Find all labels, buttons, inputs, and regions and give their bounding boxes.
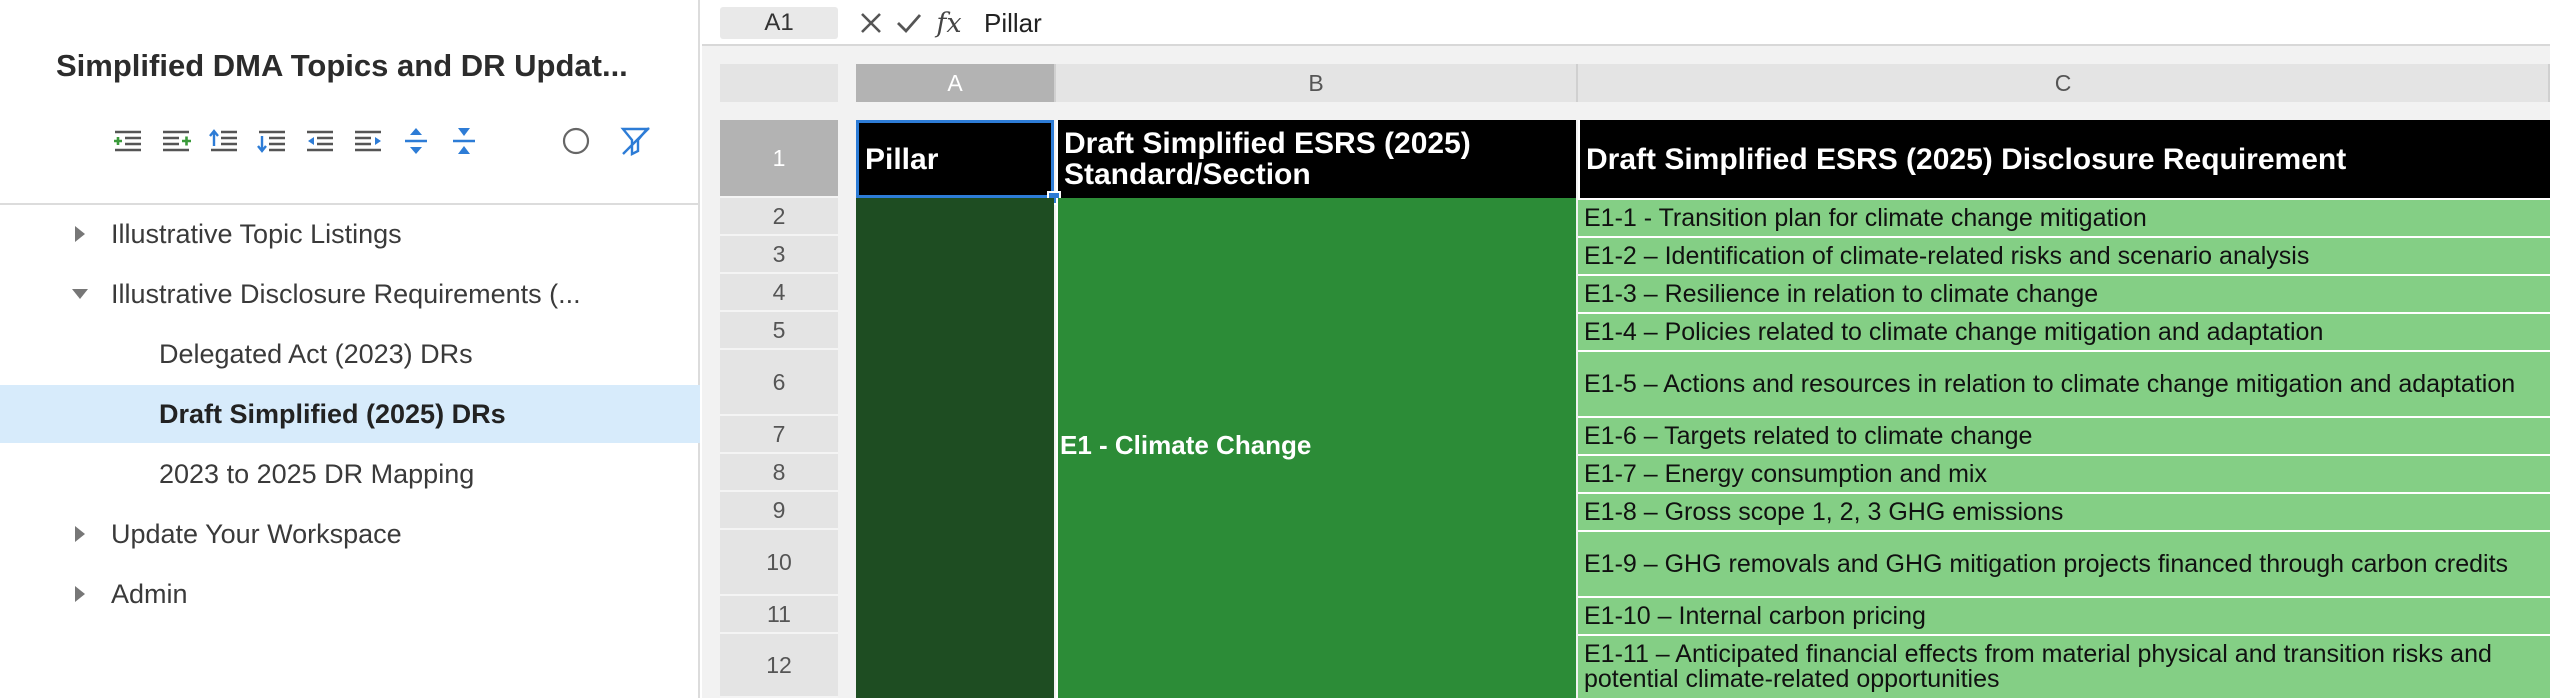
tree-item-label: Delegated Act (2023) DRs — [159, 338, 473, 369]
cancel-icon[interactable] — [856, 8, 886, 38]
tree-item-label: Illustrative Disclosure Requirements (..… — [111, 278, 581, 309]
row-header-4[interactable]: 4 — [720, 274, 838, 312]
confirm-check-icon[interactable] — [894, 8, 924, 38]
workspace-title: Simplified DMA Topics and DR Updat... — [56, 48, 628, 83]
cell-c5[interactable]: E1-4 – Policies related to climate chang… — [1578, 312, 2550, 350]
cell-c11[interactable]: E1-10 – Internal carbon pricing — [1578, 596, 2550, 634]
row-header-6[interactable]: 6 — [720, 350, 838, 416]
outdent-add-icon[interactable] — [156, 118, 196, 164]
cell-b1-standard-header[interactable]: Draft Simplified ESRS (2025) Standard/Se… — [1056, 120, 1576, 198]
cell-c3[interactable]: E1-2 – Identification of climate-related… — [1578, 236, 2550, 274]
expand-all-icon[interactable] — [396, 118, 436, 164]
navigation-panel: Simplified DMA Topics and DR Updat... Il… — [0, 0, 700, 698]
cell-c1-requirement-header[interactable]: Draft Simplified ESRS (2025) Disclosure … — [1578, 120, 2550, 198]
row-header-12[interactable]: 12 — [720, 634, 838, 698]
cell-c9[interactable]: E1-8 – Gross scope 1, 2, 3 GHG emissions — [1578, 492, 2550, 530]
row-header-7[interactable]: 7 — [720, 416, 838, 454]
formula-bar: A1 fx Pillar — [702, 0, 2550, 46]
move-down-icon[interactable] — [252, 118, 292, 164]
tree-item-illustrative-topic-listings[interactable]: Illustrative Topic Listings — [0, 205, 700, 263]
tree-item-update-your-workspace[interactable]: Update Your Workspace — [0, 505, 700, 563]
cell-a1-pillar-header[interactable]: Pillar — [856, 120, 1054, 198]
row-header-9[interactable]: 9 — [720, 492, 838, 530]
formula-input[interactable]: Pillar — [984, 8, 1042, 39]
row-header-1[interactable]: 1 — [720, 120, 838, 198]
outdent-icon[interactable] — [300, 118, 340, 164]
move-up-icon[interactable] — [204, 118, 244, 164]
tree-item-label: Illustrative Topic Listings — [111, 218, 402, 249]
cell-a-pillar-merged[interactable] — [856, 198, 1054, 698]
column-header-a[interactable]: A — [856, 64, 1056, 102]
cell-c4[interactable]: E1-3 – Resilience in relation to climate… — [1578, 274, 2550, 312]
name-box[interactable]: A1 — [720, 7, 838, 39]
caret-right-icon[interactable] — [68, 522, 92, 546]
caret-right-icon[interactable] — [68, 582, 92, 606]
filter-clear-icon[interactable] — [616, 118, 656, 164]
indent-add-icon[interactable] — [108, 118, 148, 164]
tree-item-label: Draft Simplified (2025) DRs — [159, 398, 506, 429]
row-header-2[interactable]: 2 — [720, 198, 838, 236]
tree-item-illustrative-disclosure-requirements[interactable]: Illustrative Disclosure Requirements (..… — [0, 265, 700, 323]
select-all-corner[interactable] — [720, 64, 838, 102]
spreadsheet: A1 fx Pillar A B C 1 2 3 4 5 6 7 8 9 10 … — [702, 0, 2550, 698]
tree-item-dr-mapping[interactable]: 2023 to 2025 DR Mapping — [0, 445, 700, 503]
tree-item-label: Admin — [111, 578, 188, 609]
tree-item-admin[interactable]: Admin — [0, 565, 700, 623]
cell-c12[interactable]: E1-11 – Anticipated financial effects fr… — [1578, 634, 2550, 698]
row-header-8[interactable]: 8 — [720, 454, 838, 492]
indent-icon[interactable] — [348, 118, 388, 164]
row-header-5[interactable]: 5 — [720, 312, 838, 350]
cell-c2[interactable]: E1-1 - Transition plan for climate chang… — [1578, 198, 2550, 236]
tree-item-label: Update Your Workspace — [111, 518, 402, 549]
row-header-10[interactable]: 10 — [720, 530, 838, 596]
tree-item-draft-simplified-drs[interactable]: Draft Simplified (2025) DRs — [0, 385, 700, 443]
tree-item-label: 2023 to 2025 DR Mapping — [159, 458, 475, 489]
cell-c10[interactable]: E1-9 – GHG removals and GHG mitigation p… — [1578, 530, 2550, 596]
row-header-3[interactable]: 3 — [720, 236, 838, 274]
column-header-b[interactable]: B — [1056, 64, 1578, 102]
cell-c8[interactable]: E1-7 – Energy consumption and mix — [1578, 454, 2550, 492]
circle-icon[interactable] — [556, 118, 596, 164]
tree-toolbar — [108, 118, 668, 164]
column-header-c[interactable]: C — [1578, 64, 2550, 102]
caret-right-icon[interactable] — [68, 222, 92, 246]
collapse-all-icon[interactable] — [444, 118, 484, 164]
standard-value: E1 - Climate Change — [1060, 430, 1312, 460]
tree-item-delegated-act-drs[interactable]: Delegated Act (2023) DRs — [0, 325, 700, 383]
caret-down-icon[interactable] — [68, 282, 92, 306]
cell-c7[interactable]: E1-6 – Targets related to climate change — [1578, 416, 2550, 454]
function-icon[interactable]: fx — [934, 8, 964, 39]
cell-c6[interactable]: E1-5 – Actions and resources in relation… — [1578, 350, 2550, 416]
row-header-11[interactable]: 11 — [720, 596, 838, 634]
